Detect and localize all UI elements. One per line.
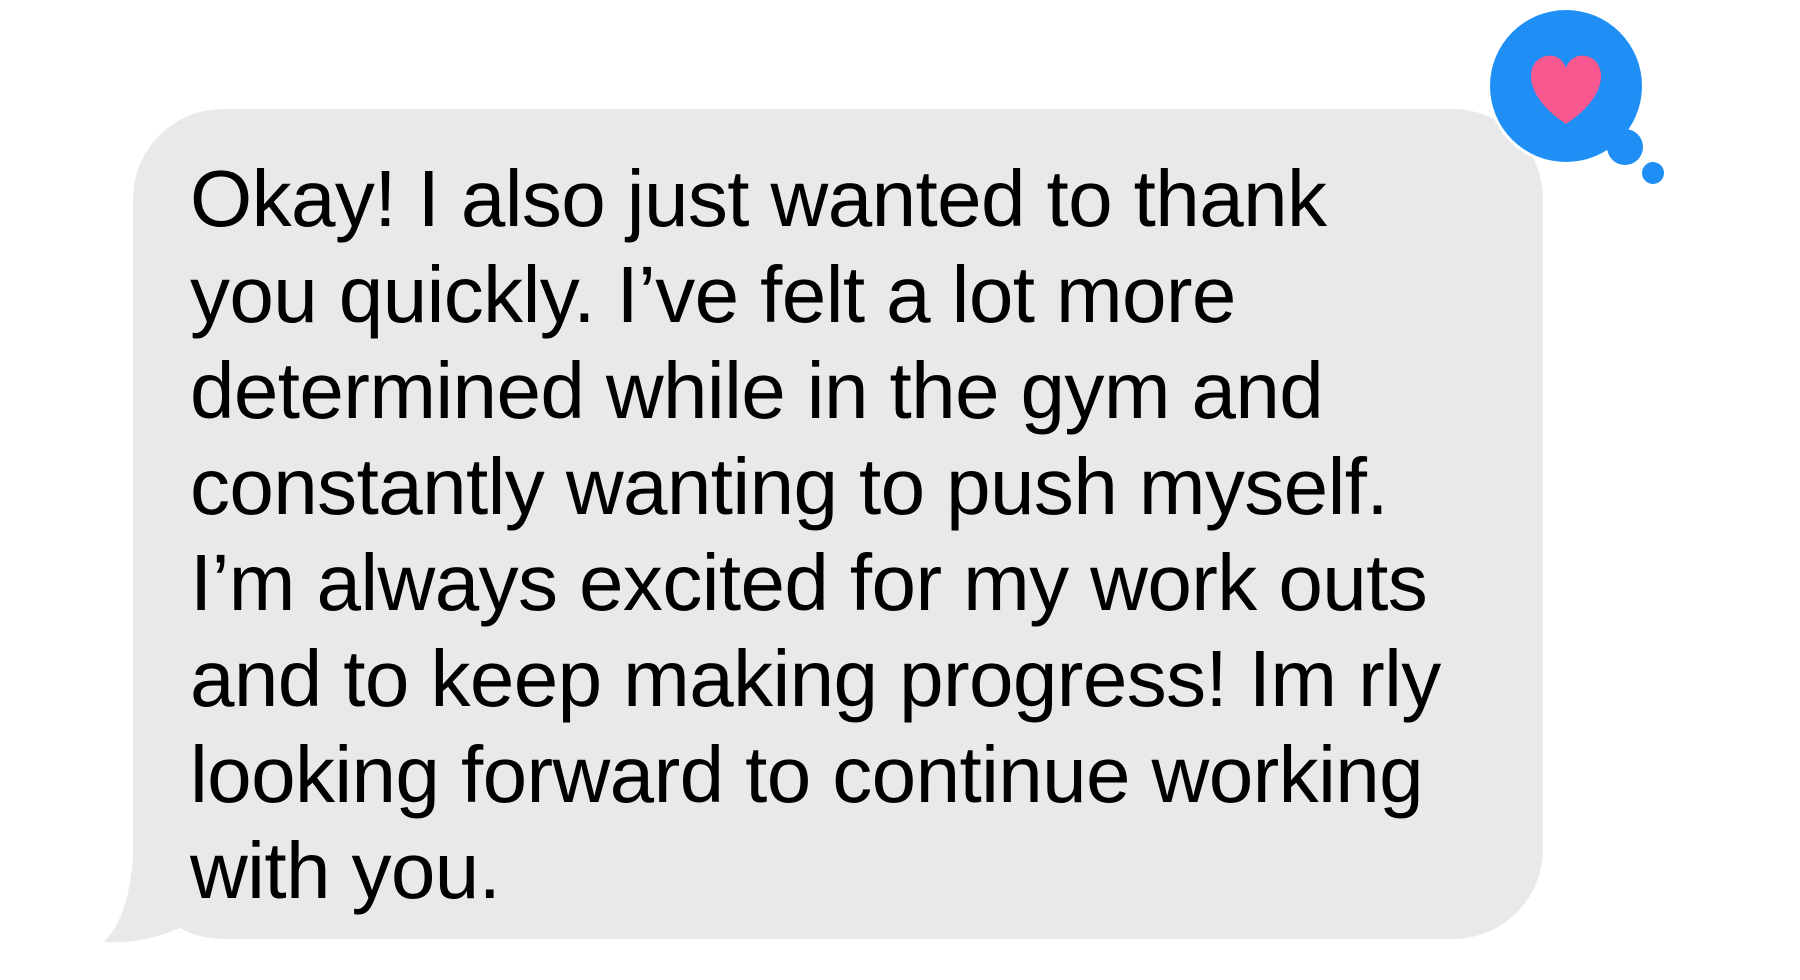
- message-text: Okay! I also just wanted to thank you qu…: [190, 154, 1441, 915]
- conversation-view: Okay! I also just wanted to thank you qu…: [0, 0, 1800, 980]
- tapback-reaction[interactable]: [1480, 0, 1680, 200]
- message-bubble[interactable]: Okay! I also just wanted to thank you qu…: [133, 109, 1543, 939]
